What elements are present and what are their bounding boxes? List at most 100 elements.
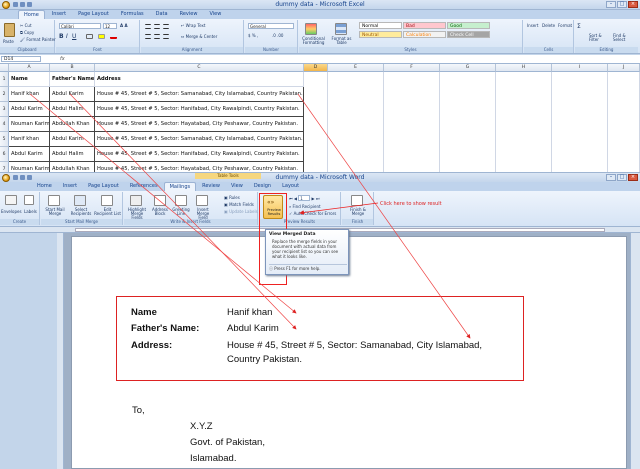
column-header-f[interactable]: F — [384, 64, 440, 72]
table-cell[interactable]: Hanif khan — [9, 87, 50, 102]
labels-icon[interactable] — [24, 195, 34, 205]
font-name-select[interactable]: Calibri — [59, 23, 101, 29]
conditional-formatting-button[interactable]: Conditional Formatting — [300, 37, 327, 45]
finish-merge-icon[interactable] — [351, 195, 363, 206]
column-header-g[interactable]: G — [440, 64, 496, 72]
table-cell[interactable]: House # 45, Street # 5, Sector: Hanifaba… — [95, 102, 304, 117]
word-close-icon[interactable]: × — [628, 174, 638, 181]
format-cells-button[interactable]: Format — [558, 23, 572, 28]
column-header-i[interactable]: I — [552, 64, 608, 72]
merge-center-button[interactable]: ⇔ Merge & Center — [181, 34, 217, 39]
auto-check-button[interactable]: ✓ Auto Check for Errors — [289, 211, 336, 216]
table-cell[interactable]: Abdul Karim — [9, 102, 50, 117]
highlight-icon[interactable] — [130, 195, 142, 206]
start-mail-merge-button[interactable]: Start Mail Merge — [42, 208, 68, 216]
cut-button[interactable]: ✂ Cut — [20, 23, 32, 28]
table-cell[interactable]: Nouman Karim — [9, 117, 50, 132]
align-left-icon[interactable] — [145, 34, 151, 39]
column-header-e[interactable]: E — [328, 64, 384, 72]
excel-tab-formulas[interactable]: Formulas — [116, 10, 149, 19]
maximize-icon[interactable]: □ — [617, 1, 627, 8]
minimize-icon[interactable]: – — [606, 1, 616, 8]
word-minimize-icon[interactable]: – — [606, 174, 616, 181]
column-title-cell[interactable]: Name — [9, 72, 50, 87]
word-tab-review[interactable]: Review — [197, 182, 225, 191]
row-header[interactable]: 6 — [0, 147, 9, 162]
preview-results-button[interactable]: «» Preview Results — [263, 195, 283, 219]
table-cell[interactable]: House # 45, Street # 5, Sector: Hanifaba… — [95, 147, 304, 162]
sum-icon[interactable]: Σ — [577, 23, 581, 30]
fx-icon[interactable]: fx — [60, 56, 65, 62]
cell-style-good[interactable]: Good — [447, 22, 490, 29]
column-title-cell[interactable]: Address — [95, 72, 304, 87]
close-icon[interactable]: × — [628, 1, 638, 8]
table-cell[interactable]: Abdul Halim — [50, 147, 95, 162]
recipients-icon[interactable] — [74, 195, 86, 206]
excel-tab-page-layout[interactable]: Page Layout — [73, 10, 114, 19]
record-number-input[interactable]: 1 — [298, 195, 311, 201]
number-format-select[interactable]: General — [248, 23, 294, 29]
edit-recipient-list-button[interactable]: Edit Recipient List — [94, 208, 121, 216]
excel-tab-review[interactable]: Review — [175, 10, 203, 19]
decimal-icon[interactable]: .0 .00 — [272, 33, 283, 38]
table-cell[interactable]: Abdul Karim — [9, 147, 50, 162]
column-title-cell[interactable]: Father's Name — [50, 72, 95, 87]
align-center-icon[interactable] — [154, 34, 160, 39]
column-header-c[interactable]: C — [95, 64, 304, 72]
next-record-icon[interactable]: ▶ — [312, 196, 315, 201]
vertical-scrollbar[interactable] — [630, 233, 640, 469]
greeting-line-button[interactable]: Greeting Line — [171, 208, 191, 216]
cell-style-calculation[interactable]: Calculation — [403, 31, 446, 38]
column-header-b[interactable]: B — [50, 64, 95, 72]
copy-button[interactable]: ⧉ Copy — [20, 30, 34, 35]
column-header-h[interactable]: H — [496, 64, 552, 72]
format-painter-button[interactable]: 🖌 Format Painter — [20, 37, 56, 42]
labels-button[interactable]: Labels — [24, 209, 37, 214]
address-block-button[interactable]: Address Block — [150, 208, 170, 216]
delete-cells-button[interactable]: Delete — [542, 23, 555, 28]
rules-button[interactable]: ▣ Rules — [224, 195, 240, 200]
word-tab-mailings[interactable]: Mailings — [163, 182, 197, 191]
word-tab-home[interactable]: Home — [32, 182, 57, 191]
excel-tab-data[interactable]: Data — [151, 10, 173, 19]
find-recipient-button[interactable]: ⌕ Find Recipient — [289, 204, 321, 209]
row-header[interactable]: 5 — [0, 132, 9, 147]
vertical-ruler[interactable] — [57, 233, 64, 469]
cell-style-bad[interactable]: Bad — [403, 22, 446, 29]
borders-icon[interactable] — [86, 34, 93, 39]
row-header[interactable]: 3 — [0, 102, 9, 117]
envelopes-button[interactable]: Envelopes — [1, 209, 22, 214]
align-bottom-icon[interactable] — [163, 24, 169, 29]
excel-tab-home[interactable]: Home — [18, 10, 45, 19]
word-tab-layout[interactable]: Layout — [277, 182, 304, 191]
name-box[interactable]: D14 — [1, 56, 41, 62]
align-middle-icon[interactable] — [154, 24, 160, 29]
cell-style-normal[interactable]: Normal — [359, 22, 402, 29]
row-header[interactable]: 1 — [0, 72, 9, 87]
table-cell[interactable]: Hanif khan — [9, 132, 50, 147]
table-cell[interactable]: Abdul Karim — [50, 87, 95, 102]
table-cell[interactable]: House # 45, Street # 5, Sector: Samanaba… — [95, 87, 304, 102]
font-size-select[interactable]: 12 — [103, 23, 117, 29]
column-header-a[interactable]: A — [9, 64, 50, 72]
insert-cells-button[interactable]: Insert — [527, 23, 538, 28]
paste-icon[interactable] — [4, 23, 15, 37]
font-color-icon[interactable] — [110, 34, 117, 39]
row-header[interactable]: 2 — [0, 87, 9, 102]
prev-record-icon[interactable]: ◀ — [294, 196, 297, 201]
underline-icon[interactable]: U — [72, 33, 76, 40]
currency-icon[interactable]: $ % , — [248, 33, 258, 38]
table-cell[interactable]: Abdul Karim — [50, 132, 95, 147]
word-tab-design[interactable]: Design — [249, 182, 276, 191]
conditional-formatting-icon[interactable] — [305, 23, 317, 35]
column-header-d[interactable]: D — [304, 64, 328, 72]
paste-button[interactable]: Paste — [3, 39, 14, 44]
column-header-j[interactable]: J — [608, 64, 640, 72]
start-merge-icon[interactable] — [48, 195, 60, 206]
insert-field-icon[interactable] — [196, 195, 208, 206]
find-select-button[interactable]: Find & Select — [613, 34, 635, 42]
excel-tab-view[interactable]: View — [204, 10, 226, 19]
table-cell[interactable]: House # 45, Street # 5, Sector: Hayataba… — [95, 117, 304, 132]
address-block-icon[interactable] — [154, 195, 166, 206]
word-tab-view[interactable]: View — [226, 182, 248, 191]
